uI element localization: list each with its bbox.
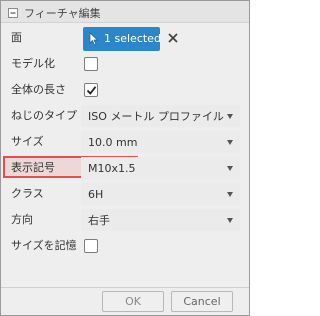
cancel-button[interactable]: Cancel	[171, 291, 233, 312]
size-select[interactable]: 10.0 mm	[81, 131, 240, 153]
thread-type-label: ねじのタイプ	[11, 109, 77, 122]
direction-value: 右手	[88, 214, 110, 227]
class-select[interactable]: 6H	[81, 183, 240, 205]
dialog-titlebar: フィーチャ編集	[1, 1, 249, 23]
chevron-down-icon	[227, 218, 233, 223]
chevron-down-icon	[227, 140, 233, 145]
clear-selection-icon[interactable]	[168, 33, 178, 43]
modeled-checkbox[interactable]	[84, 57, 98, 71]
thread-type-value: ISO メートル プロファイル	[88, 110, 224, 123]
direction-label: 方向	[11, 213, 33, 226]
row-direction: 方向 右手	[1, 207, 249, 233]
remember-size-checkbox[interactable]	[84, 239, 98, 253]
dialog-title: フィーチャ編集	[24, 7, 101, 20]
collapse-icon[interactable]	[8, 8, 18, 18]
row-face: 面 1 selected	[1, 25, 249, 51]
chevron-down-icon	[227, 166, 233, 171]
chevron-down-icon	[227, 192, 233, 197]
row-thread-type: ねじのタイプ ISO メートル プロファイル	[1, 103, 249, 129]
size-value: 10.0 mm	[88, 136, 138, 149]
face-selection-text: 1 selected	[104, 32, 161, 45]
direction-select[interactable]: 右手	[81, 209, 240, 231]
cursor-arrow-icon	[89, 32, 99, 46]
remember-size-label: サイズを記憶	[11, 239, 77, 252]
dialog-footer: OK Cancel	[1, 287, 249, 315]
ok-button[interactable]: OK	[102, 291, 164, 312]
designation-value: M10x1.5	[88, 162, 136, 175]
modeled-label: モデル化	[11, 57, 55, 70]
size-label: サイズ	[11, 135, 44, 148]
thread-type-select[interactable]: ISO メートル プロファイル	[81, 105, 240, 127]
checkmark-icon	[86, 86, 97, 95]
face-selection-button[interactable]: 1 selected	[83, 27, 161, 51]
class-value: 6H	[88, 188, 104, 201]
designation-label: 表示記号	[11, 161, 55, 174]
row-class: クラス 6H	[1, 181, 249, 207]
row-modeled: モデル化	[1, 51, 249, 77]
chevron-down-icon	[227, 114, 233, 119]
row-remember-size: サイズを記憶	[1, 233, 249, 259]
row-size: サイズ 10.0 mm	[1, 129, 249, 155]
feature-edit-dialog: フィーチャ編集 面 1 selected モデル化 全体の長さ ねじのタイプ I…	[0, 0, 250, 316]
designation-select[interactable]: M10x1.5	[81, 157, 240, 179]
class-label: クラス	[11, 187, 44, 200]
row-full-length: 全体の長さ	[1, 77, 249, 103]
full-length-checkbox[interactable]	[84, 83, 98, 97]
full-length-label: 全体の長さ	[11, 83, 66, 96]
face-label: 面	[11, 31, 22, 44]
row-designation: 表示記号 M10x1.5	[1, 155, 249, 181]
